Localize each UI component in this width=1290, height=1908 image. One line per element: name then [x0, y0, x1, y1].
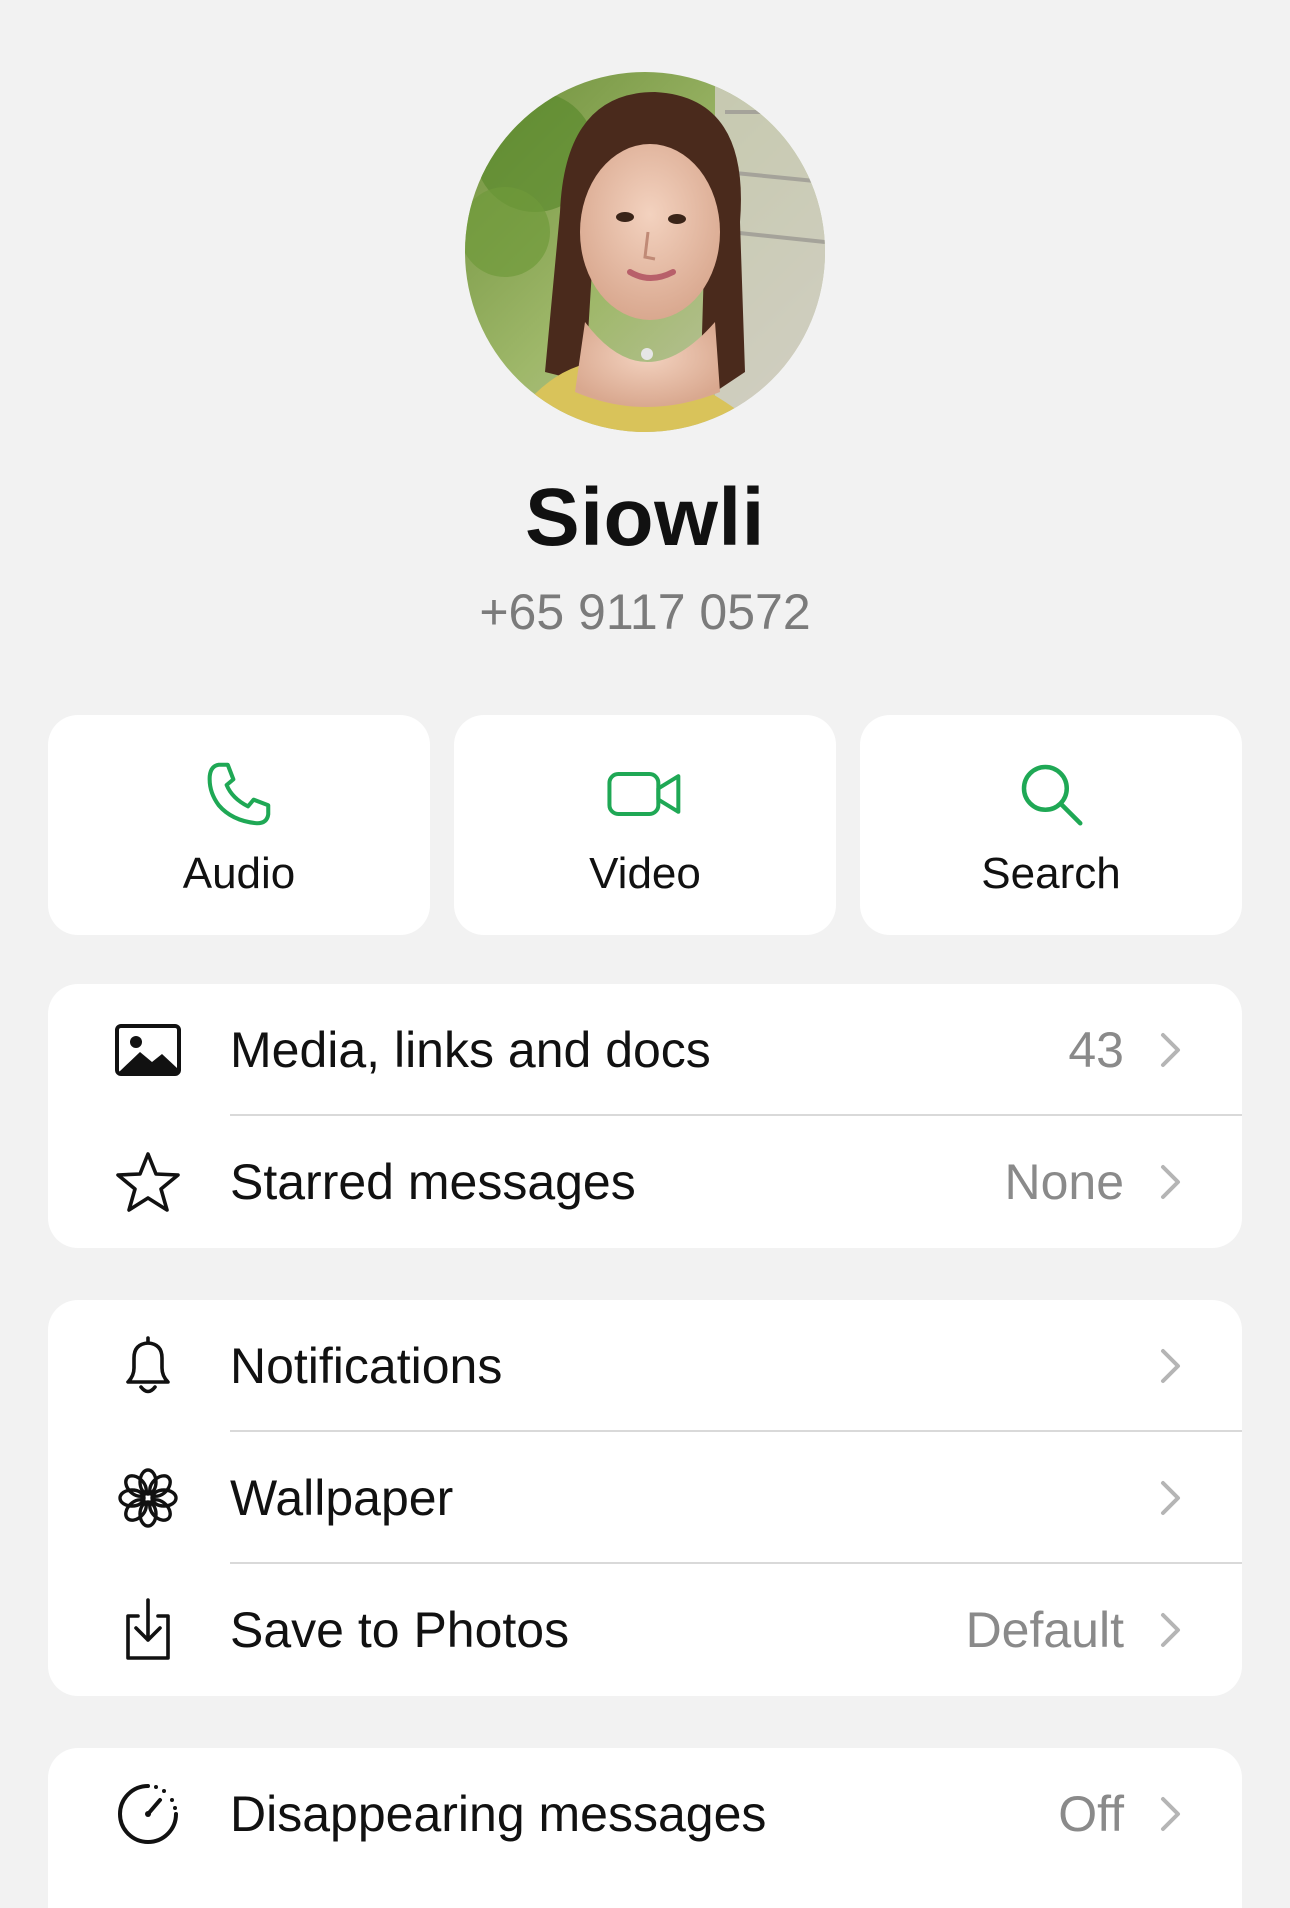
row-label: Wallpaper: [230, 1470, 454, 1526]
contact-avatar[interactable]: [465, 72, 825, 432]
search-button[interactable]: Search: [860, 715, 1242, 935]
contact-name: Siowli: [525, 472, 765, 563]
row-label: Notifications: [230, 1338, 503, 1394]
audio-label: Audio: [182, 849, 296, 898]
flower-icon: [114, 1466, 182, 1530]
media-count: 43: [1068, 1022, 1124, 1078]
contact-phone: +65 9117 0572: [479, 584, 811, 640]
media-links-docs-row[interactable]: Media, links and docs 43: [48, 984, 1242, 1116]
row-label: Save to Photos: [230, 1602, 570, 1658]
bell-icon: [114, 1334, 182, 1398]
settings-section: Notifications Wallpaper Save to Photos D…: [48, 1300, 1242, 1696]
chevron-right-icon: [1158, 1346, 1184, 1386]
row-label: Media, links and docs: [230, 1022, 711, 1078]
disappearing-messages-row[interactable]: Disappearing messages Off: [48, 1748, 1242, 1880]
save-download-icon: [114, 1598, 182, 1662]
search-icon: [1015, 758, 1087, 830]
starred-value: None: [1004, 1154, 1124, 1210]
media-section: Media, links and docs 43 Starred message…: [48, 984, 1242, 1248]
search-label: Search: [981, 849, 1121, 898]
quick-actions: Audio Video Search: [48, 715, 1242, 935]
video-call-button[interactable]: Video: [454, 715, 836, 935]
image-icon: [114, 1018, 182, 1082]
disappearing-value: Off: [1058, 1786, 1124, 1842]
chevron-right-icon: [1158, 1030, 1184, 1070]
video-camera-icon: [605, 758, 685, 830]
chevron-right-icon: [1158, 1162, 1184, 1202]
timer-icon: [114, 1782, 182, 1846]
save-to-photos-row[interactable]: Save to Photos Default: [48, 1564, 1242, 1696]
starred-messages-row[interactable]: Starred messages None: [48, 1116, 1242, 1248]
wallpaper-row[interactable]: Wallpaper: [48, 1432, 1242, 1564]
row-label: Starred messages: [230, 1154, 636, 1210]
chevron-right-icon: [1158, 1794, 1184, 1834]
video-label: Video: [589, 849, 701, 898]
phone-icon: [203, 758, 275, 830]
star-icon: [114, 1150, 182, 1214]
notifications-row[interactable]: Notifications: [48, 1300, 1242, 1432]
chevron-right-icon: [1158, 1610, 1184, 1650]
privacy-section: Disappearing messages Off: [48, 1748, 1242, 1908]
row-label: Disappearing messages: [230, 1786, 767, 1842]
audio-call-button[interactable]: Audio: [48, 715, 430, 935]
save-to-photos-value: Default: [965, 1602, 1124, 1658]
chevron-right-icon: [1158, 1478, 1184, 1518]
